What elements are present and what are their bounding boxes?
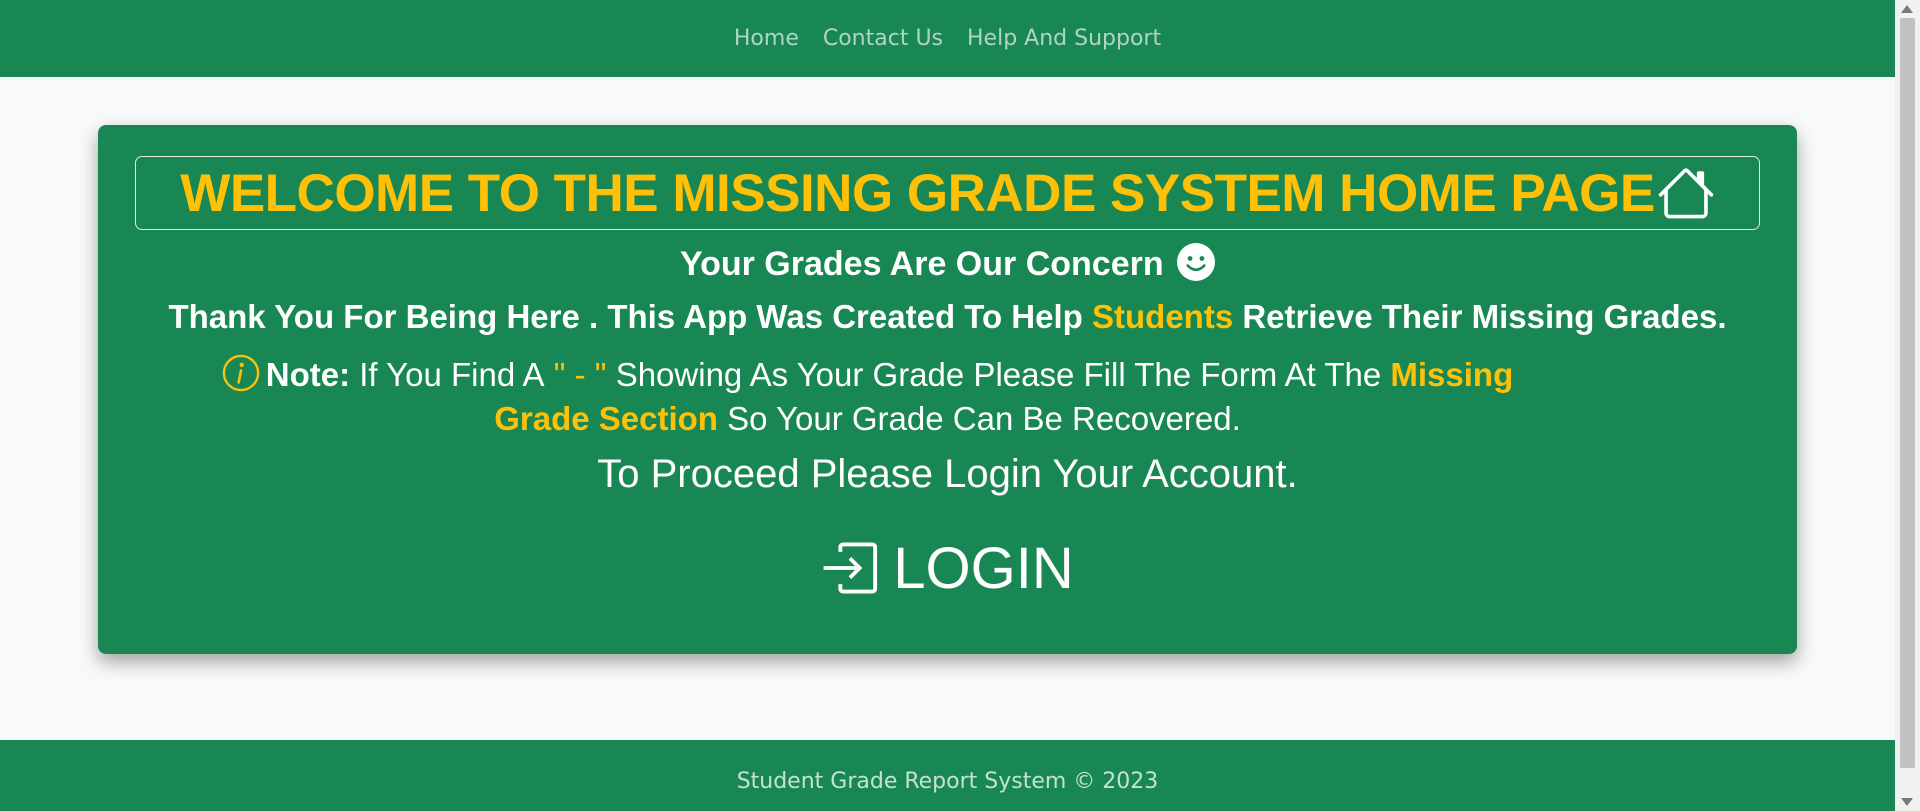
login-button[interactable]: LOGIN — [98, 535, 1797, 602]
tagline: Your Grades Are Our Concern — [98, 243, 1797, 284]
note-middle: Showing As Your Grade Please Fill The Fo… — [615, 356, 1382, 393]
note-label: Note: — [265, 356, 351, 393]
note-prefix: If You Find A — [359, 356, 545, 393]
login-icon — [823, 542, 878, 594]
thanks-text: Thank You For Being Here . This App Was … — [98, 298, 1797, 336]
top-navbar: Home Contact Us Help And Support — [0, 0, 1895, 77]
thanks-suffix: Retrieve Their Missing Grades. — [1242, 298, 1727, 335]
vertical-scrollbar[interactable] — [1895, 0, 1920, 811]
note-dash: " - " — [553, 356, 607, 393]
info-icon — [222, 354, 260, 392]
scroll-down-arrow-icon[interactable] — [1901, 798, 1913, 806]
note-text: Note: If You Find A " - " Showing As You… — [98, 353, 1797, 441]
scroll-up-arrow-icon[interactable] — [1901, 5, 1913, 13]
proceed-text: To Proceed Please Login Your Account. — [597, 452, 1298, 496]
footer-text: Student Grade Report System © 2023 — [736, 769, 1159, 794]
page-title: WELCOME TO THE MISSING GRADE SYSTEM HOME… — [180, 163, 1655, 223]
thanks-prefix: Thank You For Being Here . This App Was … — [168, 298, 1083, 335]
tagline-text: Your Grades Are Our Concern — [679, 245, 1164, 283]
students-highlight: Students — [1092, 298, 1234, 335]
nav-home-link[interactable]: Home — [734, 26, 799, 51]
login-label[interactable]: LOGIN — [893, 536, 1074, 601]
note-suffix: So Your Grade Can Be Recovered. — [727, 400, 1241, 437]
smile-icon — [1177, 243, 1216, 281]
house-icon — [1658, 168, 1713, 219]
nav-help-link[interactable]: Help And Support — [967, 26, 1161, 51]
welcome-card: WELCOME TO THE MISSING GRADE SYSTEM HOME… — [98, 125, 1797, 654]
scrollbar-thumb[interactable] — [1900, 18, 1915, 768]
footer: Student Grade Report System © 2023 — [0, 740, 1895, 811]
title-box: WELCOME TO THE MISSING GRADE SYSTEM HOME… — [135, 156, 1760, 230]
nav-contact-link[interactable]: Contact Us — [823, 26, 943, 51]
